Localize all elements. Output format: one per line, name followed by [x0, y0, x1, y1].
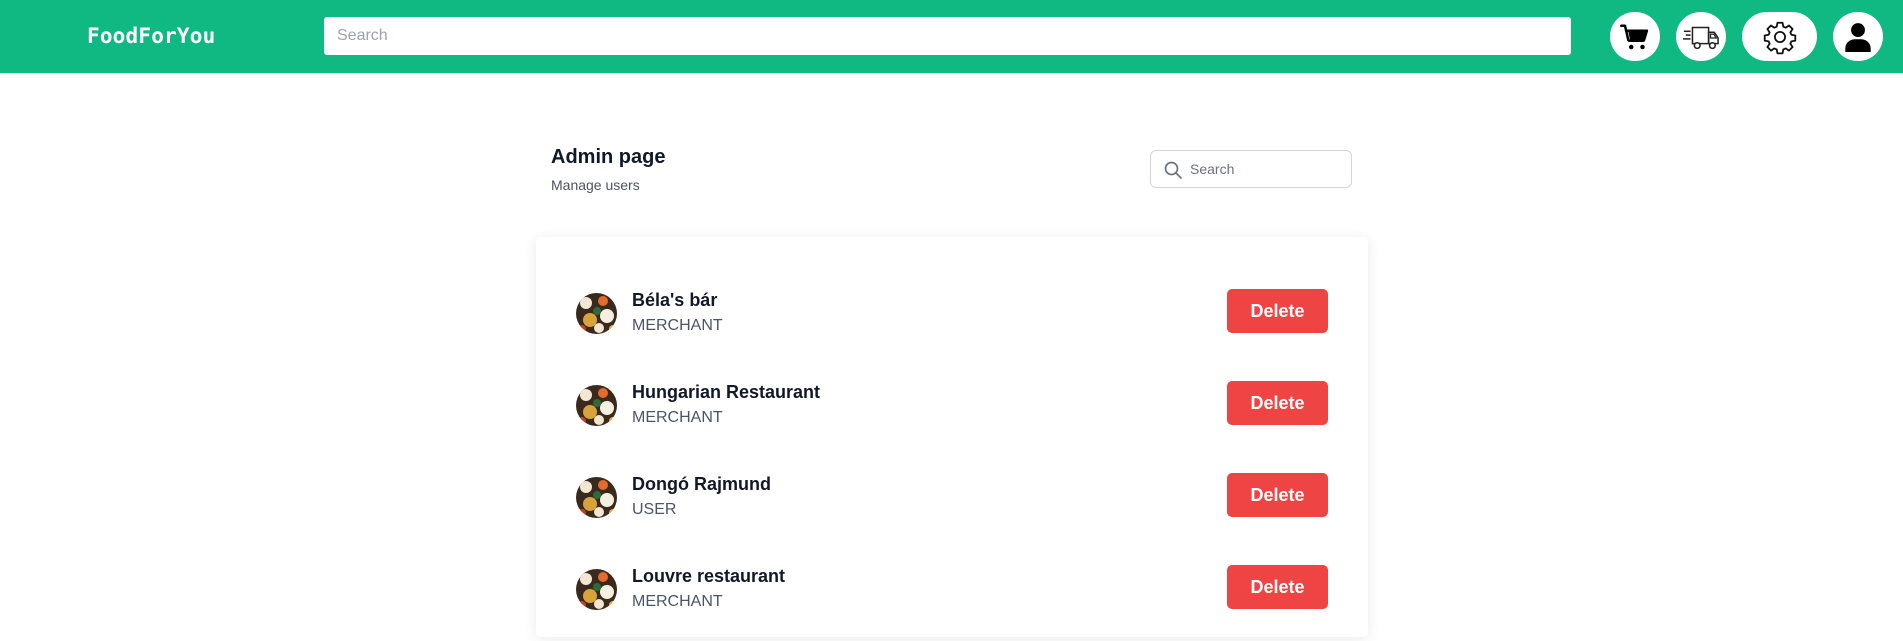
- user-role: MERCHANT: [632, 409, 723, 426]
- list-item: Béla's bár MERCHANT Delete: [536, 273, 1368, 365]
- brand-logo[interactable]: FoodForYou: [87, 24, 215, 48]
- search-icon: [1163, 160, 1183, 185]
- user-name: Hungarian Restaurant: [632, 382, 821, 402]
- cart-icon: [1620, 22, 1650, 52]
- page-title: Admin page: [551, 146, 666, 168]
- user-search-input[interactable]: [1190, 151, 1348, 187]
- global-search-input[interactable]: [324, 17, 1571, 55]
- user-role: MERCHANT: [632, 593, 723, 610]
- cart-button[interactable]: [1610, 12, 1660, 61]
- avatar: [576, 385, 617, 426]
- top-navbar: FoodForYou: [0, 0, 1903, 73]
- list-item: Louvre restaurant MERCHANT Delete: [536, 549, 1368, 641]
- user-search-box: [1150, 150, 1352, 188]
- avatar: [576, 293, 617, 334]
- settings-button[interactable]: [1742, 12, 1817, 61]
- delete-user-button[interactable]: Delete: [1227, 381, 1328, 425]
- profile-button[interactable]: [1833, 12, 1883, 61]
- user-name: Dongó Rajmund: [632, 474, 771, 494]
- page-subtitle: Manage users: [551, 177, 640, 193]
- avatar: [576, 477, 617, 518]
- delivery-button[interactable]: [1676, 12, 1726, 61]
- delete-user-button[interactable]: Delete: [1227, 565, 1328, 609]
- user-name: Béla's bár: [632, 290, 718, 310]
- list-item: Dongó Rajmund USER Delete: [536, 457, 1368, 549]
- delete-user-button[interactable]: Delete: [1227, 473, 1328, 517]
- user-icon: [1844, 22, 1872, 52]
- avatar: [576, 569, 617, 610]
- list-item: Hungarian Restaurant MERCHANT Delete: [536, 365, 1368, 457]
- gear-icon: [1762, 19, 1798, 55]
- user-role: USER: [632, 501, 677, 518]
- delete-user-button[interactable]: Delete: [1227, 289, 1328, 333]
- truck-icon: [1682, 21, 1720, 53]
- user-list: Béla's bár MERCHANT Delete Hungarian Res…: [536, 237, 1368, 637]
- user-name: Louvre restaurant: [632, 566, 786, 586]
- user-role: MERCHANT: [632, 317, 723, 334]
